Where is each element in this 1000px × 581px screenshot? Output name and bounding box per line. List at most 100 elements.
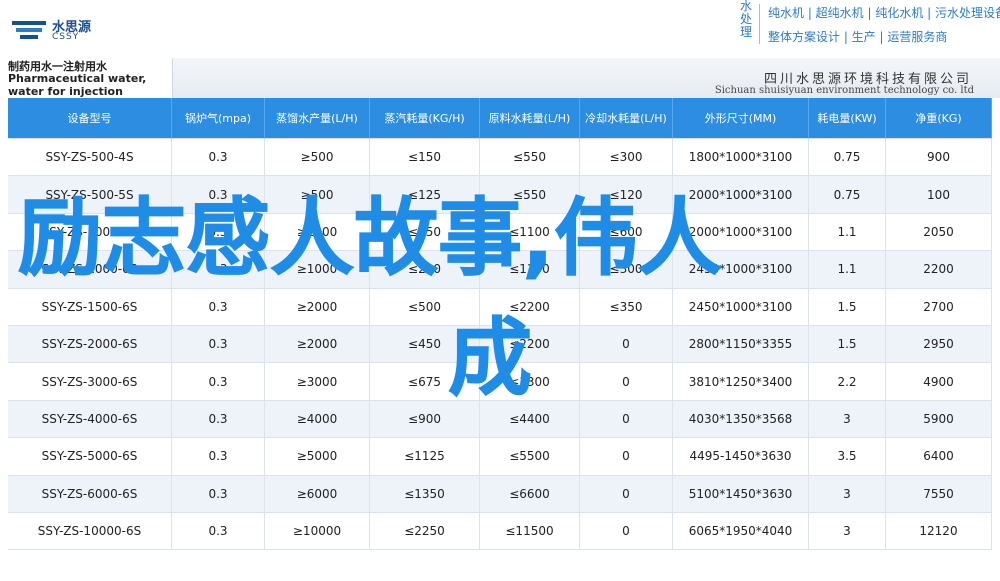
table-cell: 0 bbox=[580, 475, 673, 513]
table-cell: ≤300 bbox=[580, 139, 673, 177]
header-cell: 净重(KG) bbox=[886, 98, 992, 139]
table-cell: ≤2250 bbox=[370, 513, 480, 551]
table-cell: ≤250 bbox=[370, 213, 480, 252]
table-cell: ≤4400 bbox=[480, 400, 580, 439]
table-cell: SSY-ZS-5000-6S bbox=[8, 438, 172, 476]
table-cell: 2200 bbox=[886, 251, 992, 289]
table-cell: ≥3000 bbox=[265, 363, 370, 401]
header-cell: 设备型号 bbox=[8, 98, 172, 139]
table-cell: ≤550 bbox=[480, 176, 580, 214]
table-cell: 2000*1000*3100 bbox=[673, 213, 809, 252]
table-cell: ≤675 bbox=[370, 363, 480, 401]
table-cell: 7550 bbox=[886, 475, 992, 513]
table-cell: 0.3 bbox=[172, 139, 265, 177]
table-row: SSY-ZS-500-5S 0.3 ≥500 ≤125 ≤550 ≤120 2000*100… bbox=[8, 176, 992, 214]
table-cell: 12120 bbox=[886, 513, 992, 551]
table-cell: ≤11500 bbox=[480, 513, 580, 551]
table-cell: ≥10000 bbox=[265, 513, 370, 551]
title-row: 制药用水一注射用水 Pharmaceutical water, water fo… bbox=[0, 58, 1000, 98]
table-cell: 100 bbox=[886, 176, 992, 214]
table-header-row: 设备型号 锅炉气(mpa) 蒸馏水产量(L/H) 蒸汽耗量(KG/H) 原料水耗… bbox=[8, 98, 992, 139]
table-cell: 0 bbox=[580, 400, 673, 439]
table-cell: 2000*1000*3100 bbox=[673, 176, 809, 214]
table-row: SSY-ZS-1000-6S 0.3 ≥1000 ≤200 ≤1100 ≤300 2450*… bbox=[8, 251, 992, 289]
table-cell: ≤450 bbox=[370, 326, 480, 364]
table-cell: ≤150 bbox=[370, 139, 480, 177]
table-row: SSY-ZS-5000-6S 0.3 ≥5000 ≤1125 ≤5500 0 4495-14… bbox=[8, 438, 992, 476]
table-cell: 1.1 bbox=[809, 213, 886, 252]
table-cell: 5900 bbox=[886, 400, 992, 439]
table-cell: SSY-ZS-1000-4S bbox=[8, 213, 172, 252]
logo-english: CSSY bbox=[52, 32, 80, 42]
table-row: SSY-ZS-3000-6S 0.3 ≥3000 ≤675 ≤3300 0 3810*125… bbox=[8, 363, 992, 401]
table-row: SSY-ZS-4000-6S 0.3 ≥4000 ≤900 ≤4400 0 4030*135… bbox=[8, 400, 992, 439]
table-cell: ≤900 bbox=[370, 400, 480, 439]
table-cell: 0.3 bbox=[172, 438, 265, 476]
table-cell: 6065*1950*4040 bbox=[673, 513, 809, 551]
table-cell: 0.3 bbox=[172, 251, 265, 289]
table-cell: ≤550 bbox=[480, 139, 580, 177]
header-cell: 冷却水耗量(L/H) bbox=[580, 98, 673, 139]
brand-tagline-1: 纯水机 | 超纯水机 | 纯化水机 | 污水处理设备 bbox=[768, 6, 1000, 20]
header-cell: 蒸汽耗量(KG/H) bbox=[370, 98, 480, 139]
table-cell: SSY-ZS-10000-6S bbox=[8, 513, 172, 551]
table-cell: 1.5 bbox=[809, 326, 886, 364]
table-cell: ≤6600 bbox=[480, 475, 580, 513]
table-cell: 6400 bbox=[886, 438, 992, 476]
company-logo[interactable]: 水思源 CSSY bbox=[12, 12, 122, 48]
table-cell: ≤600 bbox=[580, 213, 673, 252]
table-cell: 2700 bbox=[886, 288, 992, 326]
table-row: SSY-ZS-10000-6S 0.3 ≥10000 ≤2250 ≤11500 0 6065… bbox=[8, 513, 992, 551]
table-cell: 900 bbox=[886, 139, 992, 177]
page-header: 水思源 CSSY 水处理 纯水机 | 超纯水机 | 纯化水机 | 污水处理设备 … bbox=[0, 0, 1000, 58]
table-cell: ≤350 bbox=[580, 288, 673, 326]
table-cell: ≤500 bbox=[370, 288, 480, 326]
table-cell: 0.3 bbox=[172, 513, 265, 551]
header-cell: 蒸馏水产量(L/H) bbox=[265, 98, 370, 139]
table-cell: SSY-ZS-500-5S bbox=[8, 176, 172, 214]
table-cell: 0 bbox=[580, 438, 673, 476]
table-cell: ≤3300 bbox=[480, 363, 580, 401]
table-cell: SSY-ZS-3000-6S bbox=[8, 363, 172, 401]
table-cell: ≤2200 bbox=[480, 326, 580, 364]
company-name-en: Sichuan shuisiyuan environment technolog… bbox=[714, 85, 974, 96]
table-cell: 0.3 bbox=[172, 363, 265, 401]
table-cell: ≤120 bbox=[580, 176, 673, 214]
table-cell: ≥5000 bbox=[265, 438, 370, 476]
table-cell: SSY-ZS-1500-6S bbox=[8, 288, 172, 326]
table-cell: 0.3 bbox=[172, 213, 265, 252]
table-cell: 2800*1150*3355 bbox=[673, 326, 809, 364]
table-cell: 3 bbox=[809, 400, 886, 439]
header-cell: 耗电量(KW) bbox=[809, 98, 886, 139]
table-cell: ≥500 bbox=[265, 139, 370, 177]
table-cell: 2450*1000*3100 bbox=[673, 251, 809, 289]
table-cell: 0 bbox=[580, 513, 673, 551]
table-cell: ≤5500 bbox=[480, 438, 580, 476]
table-cell: 5100*1450*3630 bbox=[673, 475, 809, 513]
table-cell: 0.3 bbox=[172, 475, 265, 513]
table-cell: 2450*1000*3100 bbox=[673, 288, 809, 326]
table-cell: ≤300 bbox=[580, 251, 673, 289]
table-cell: ≥2000 bbox=[265, 326, 370, 364]
table-cell: SSY-ZS-6000-6S bbox=[8, 475, 172, 513]
header-cell: 锅炉气(mpa) bbox=[172, 98, 265, 139]
table-cell: 0 bbox=[580, 363, 673, 401]
table-row: SSY-ZS-1500-6S 0.3 ≥2000 ≤500 ≤2200 ≤350 2450*… bbox=[8, 288, 992, 326]
table-cell: 2050 bbox=[886, 213, 992, 252]
brand-tagline-2: 整体方案设计 | 生产 | 运营服务商 bbox=[768, 30, 948, 44]
table-cell: ≥6000 bbox=[265, 475, 370, 513]
table-cell: SSY-ZS-500-4S bbox=[8, 139, 172, 177]
table-cell: ≤2200 bbox=[480, 288, 580, 326]
table-cell: 4495-1450*3630 bbox=[673, 438, 809, 476]
table-cell: ≥1000 bbox=[265, 251, 370, 289]
table-row: SSY-ZS-2000-6S 0.3 ≥2000 ≤450 ≤2200 0 2800*115… bbox=[8, 326, 992, 364]
table-cell: ≤1100 bbox=[480, 251, 580, 289]
water-drop-logo-icon bbox=[12, 21, 46, 39]
table-cell: 4900 bbox=[886, 363, 992, 401]
table-cell: 4030*1350*3568 bbox=[673, 400, 809, 439]
table-cell: ≤200 bbox=[370, 251, 480, 289]
table-cell: ≥4000 bbox=[265, 400, 370, 439]
table-cell: 3 bbox=[809, 513, 886, 551]
table-cell: ≤1125 bbox=[370, 438, 480, 476]
table-cell: SSY-ZS-4000-6S bbox=[8, 400, 172, 439]
